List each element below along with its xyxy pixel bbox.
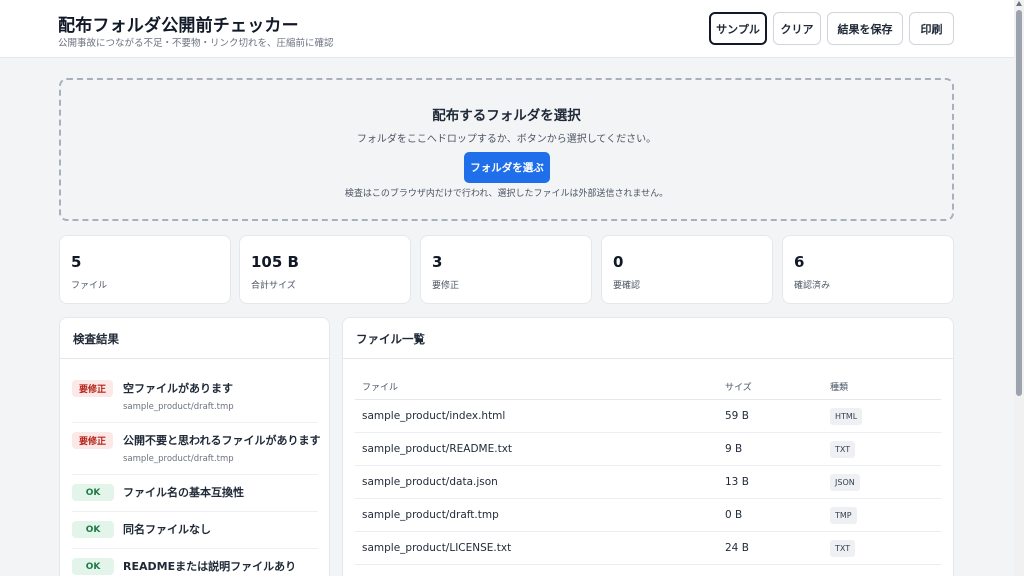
table-row[interactable]: sample_product/README.txt 9 B TXT [355, 433, 941, 466]
stat-card-needs-review: 0 要確認 [601, 235, 773, 304]
file-name: sample_product/index.html [362, 410, 506, 422]
page-scrollbar[interactable] [1014, 0, 1024, 576]
file-type-tag: JSON [830, 474, 860, 491]
stat-label: 合計サイズ [251, 281, 296, 291]
app-title: 配布フォルダ公開前チェッカー [58, 16, 299, 36]
result-title: 公開不要と思われるファイルがあります [123, 434, 321, 447]
file-list-panel: ファイル一覧 ファイル サイズ 種類 sample_product/index.… [342, 317, 954, 576]
scroll-up-arrow-icon[interactable] [1016, 1, 1022, 6]
stat-value: 105 B [251, 253, 299, 271]
result-title: READMEまたは説明ファイルあり [123, 560, 297, 573]
table-row[interactable]: sample_product/draft.tmp 0 B TMP [355, 499, 941, 532]
print-button[interactable]: 印刷 [909, 12, 954, 45]
app-subtitle: 公開事故につながる不足・不要物・リンク切れを、圧縮前に確認 [58, 38, 334, 49]
status-badge: OK [72, 558, 114, 575]
file-name: sample_product/draft.tmp [362, 509, 499, 521]
stat-value: 5 [71, 253, 82, 271]
file-type-tag: TXT [830, 441, 856, 458]
stat-label: ファイル [71, 281, 108, 291]
file-type-tag: TXT [830, 540, 856, 557]
table-row[interactable]: sample_product/LICENSE.txt 24 B TXT [355, 532, 941, 565]
file-name: sample_product/LICENSE.txt [362, 542, 512, 554]
stat-value: 0 [613, 253, 624, 271]
table-row[interactable]: sample_product/data.json 13 B JSON [355, 466, 941, 499]
result-item: OK 同名ファイルなし [72, 518, 318, 549]
dropzone-privacy-note: 検査はこのブラウザ内だけで行われ、選択したファイルは外部送信されません。 [344, 189, 669, 199]
stat-label: 確認済み [794, 281, 831, 291]
folder-dropzone[interactable]: 配布するフォルダを選択 フォルダをここへドロップするか、ボタンから選択してくださ… [59, 78, 954, 221]
stat-card-files: 5 ファイル [59, 235, 231, 304]
table-row[interactable]: sample_product/index.html 59 B HTML [355, 400, 941, 433]
choose-folder-button[interactable]: フォルダを選ぶ [464, 152, 550, 183]
status-badge: 要修正 [72, 380, 114, 397]
stat-card-total-size: 105 B 合計サイズ [239, 235, 411, 304]
file-size: 13 B [725, 476, 749, 488]
result-item: 要修正 空ファイルがあります sample_product/draft.tmp [72, 377, 318, 423]
results-panel: 検査結果 要修正 空ファイルがあります sample_product/draft… [59, 317, 330, 576]
sample-button[interactable]: サンプル [709, 12, 767, 45]
file-name: sample_product/data.json [362, 476, 498, 488]
results-panel-header: 検査結果 [60, 318, 329, 359]
dropzone-title: 配布するフォルダを選択 [432, 108, 581, 124]
stat-value: 3 [432, 253, 443, 271]
stat-value: 6 [794, 253, 805, 271]
stat-card-confirmed: 6 確認済み [782, 235, 954, 304]
result-title: 同名ファイルなし [123, 523, 211, 536]
file-size: 59 B [725, 410, 749, 422]
stat-label: 要確認 [613, 281, 641, 291]
file-size: 24 B [725, 542, 749, 554]
status-badge: OK [72, 521, 114, 538]
save-results-button[interactable]: 結果を保存 [827, 12, 903, 45]
file-size: 0 B [725, 509, 743, 521]
result-item: OK READMEまたは説明ファイルあり [72, 555, 318, 576]
result-title: ファイル名の基本互換性 [123, 486, 244, 499]
stat-card-needs-fix: 3 要修正 [420, 235, 592, 304]
result-path: sample_product/draft.tmp [123, 402, 234, 412]
file-list-panel-title: ファイル一覧 [356, 332, 425, 346]
file-name: sample_product/README.txt [362, 443, 513, 455]
dropzone-description: フォルダをここへドロップするか、ボタンから選択してください。 [356, 134, 657, 145]
file-list-panel-header: ファイル一覧 [343, 318, 953, 359]
clear-button[interactable]: クリア [773, 12, 821, 45]
stat-label: 要修正 [432, 281, 460, 291]
scrollbar-thumb[interactable] [1016, 10, 1022, 396]
result-path: sample_product/draft.tmp [123, 454, 234, 464]
result-item: 要修正 公開不要と思われるファイルがあります sample_product/dr… [72, 429, 321, 475]
table-header-row [355, 367, 941, 400]
result-item: OK ファイル名の基本互換性 [72, 481, 318, 512]
file-type-tag: TMP [830, 507, 857, 524]
app-header: 配布フォルダ公開前チェッカー 公開事故につながる不足・不要物・リンク切れを、圧縮… [0, 0, 1014, 58]
results-panel-title: 検査結果 [73, 332, 119, 346]
status-badge: 要修正 [72, 432, 114, 449]
status-badge: OK [72, 484, 114, 501]
result-title: 空ファイルがあります [123, 382, 233, 395]
file-size: 9 B [725, 443, 743, 455]
file-type-tag: HTML [830, 408, 863, 425]
